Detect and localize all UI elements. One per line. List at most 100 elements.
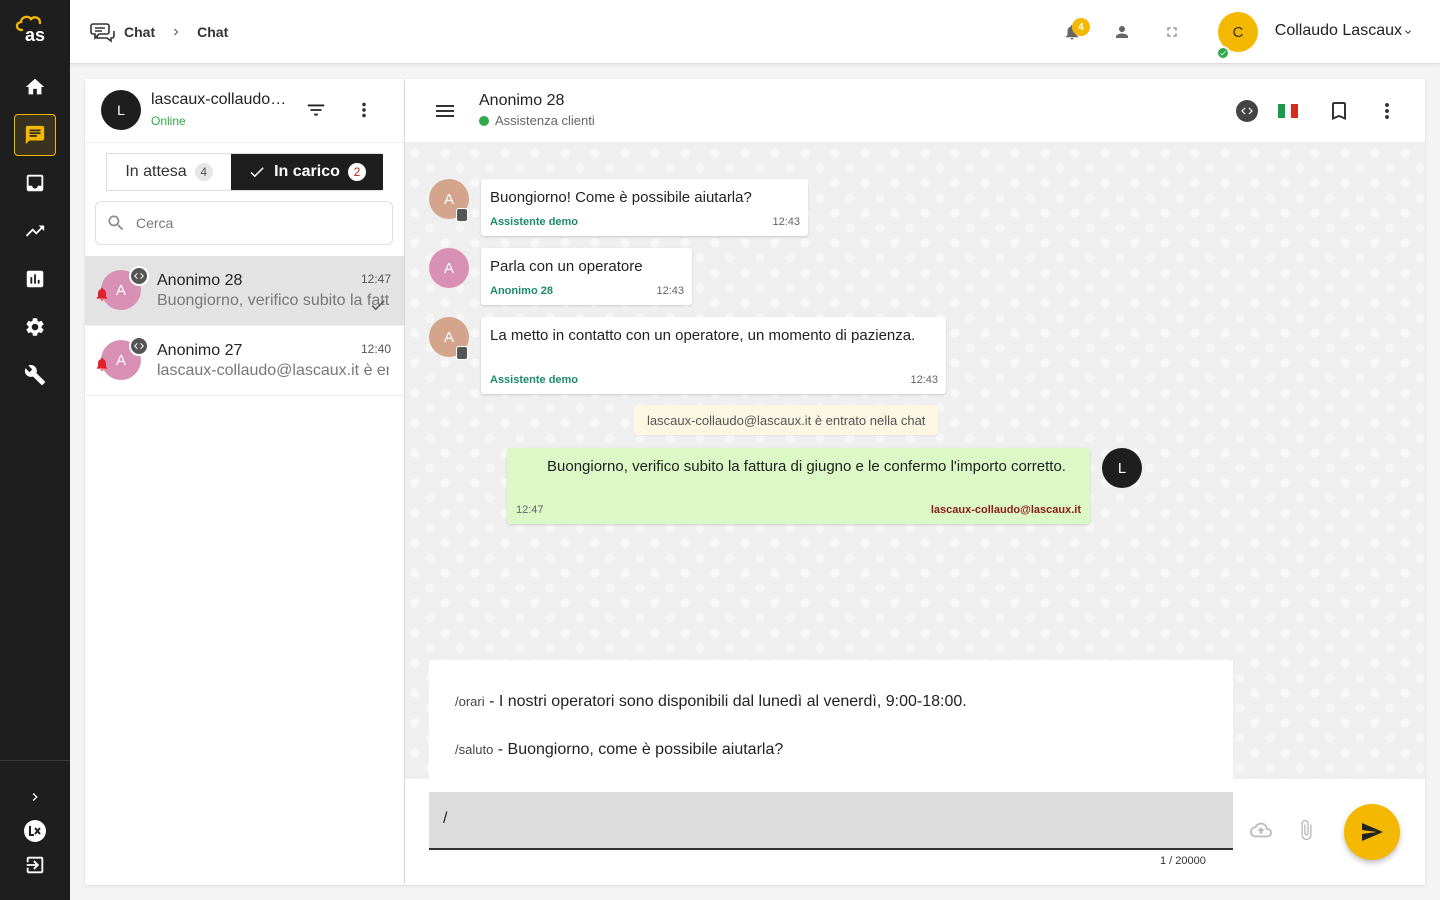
notification-count-badge: 4	[1072, 18, 1090, 36]
svg-text:as: as	[25, 25, 45, 44]
quick-reply-command: /orari	[455, 694, 485, 709]
rail-divider	[0, 760, 70, 761]
quick-reply-item[interactable]: /saluto - Buongiorno, come è possibile a…	[455, 741, 783, 759]
conversation-time: 12:47	[360, 272, 391, 286]
message-time: 12:43	[656, 285, 684, 297]
breadcrumb-chevron-icon	[169, 25, 183, 39]
sidebar-item-settings[interactable]	[14, 306, 56, 348]
search-input[interactable]	[136, 215, 376, 231]
quick-reply-command: /saluto	[455, 742, 494, 757]
message-author: lascaux-collaudo@lascaux.it	[930, 504, 1081, 516]
conversation-tabs: In attesa 4 In carico 2	[106, 153, 383, 191]
user-name[interactable]: Collaudo Lascaux	[1275, 22, 1402, 40]
chat-title: Anonimo 28	[479, 92, 565, 109]
app-logo[interactable]: as	[12, 14, 58, 44]
agent-name: lascaux-collaudo@lascaux.it	[151, 91, 296, 108]
expand-sidebar-button[interactable]	[20, 784, 50, 810]
code-channel-icon[interactable]	[1236, 100, 1258, 122]
message-text: Buongiorno! Come è possibile aiutarla?	[490, 189, 752, 206]
message-input[interactable]	[443, 810, 1203, 828]
character-counter: 1 / 20000	[1160, 855, 1206, 867]
chat-channel-label: Assistenza clienti	[495, 113, 595, 128]
robot-icon	[456, 208, 468, 222]
message-author: Assistente demo	[490, 216, 579, 228]
message-bubble-agent: Buongiorno, verifico subito la fattura d…	[507, 448, 1090, 524]
chat-panel: Anonimo 28 Assistenza clienti A Buongior…	[405, 79, 1425, 885]
profile-button[interactable]	[1110, 20, 1134, 44]
read-check-icon	[369, 296, 387, 314]
conversation-time: 12:40	[360, 342, 391, 356]
paperclip-icon	[1295, 819, 1317, 841]
sidebar-item-trending[interactable]	[14, 210, 56, 252]
gear-icon	[24, 316, 46, 338]
agent-status: Online	[151, 114, 186, 128]
message-author: Assistente demo	[490, 374, 579, 386]
bookmark-icon	[1327, 99, 1351, 123]
chat-icon	[24, 124, 46, 146]
tab-in-attesa[interactable]: In attesa 4	[107, 154, 231, 190]
send-button[interactable]	[1344, 804, 1400, 860]
breadcrumb-current: Chat	[197, 24, 229, 40]
message-time: 12:43	[772, 216, 800, 228]
customer-avatar: A	[429, 248, 469, 288]
notifications-button[interactable]: 4	[1060, 18, 1090, 44]
flag-stripe	[1291, 104, 1299, 118]
chat-bubbles-icon	[90, 20, 116, 44]
agent-message-avatar: L	[1102, 448, 1142, 488]
alert-bell-icon	[94, 286, 110, 302]
chevron-down-icon[interactable]	[1402, 26, 1414, 38]
send-icon	[1360, 820, 1384, 844]
tab-in-carico[interactable]: In carico 2	[231, 154, 383, 190]
conversation-name: Anonimo 28	[157, 272, 243, 289]
tab-count-badge: 4	[194, 163, 213, 181]
sidebar-item-tools[interactable]	[14, 354, 56, 396]
trending-icon	[24, 220, 46, 242]
menu-icon	[433, 99, 457, 123]
attach-button[interactable]	[1295, 819, 1317, 841]
bookmark-button[interactable]	[1327, 99, 1351, 123]
chat-more-button[interactable]	[1375, 99, 1399, 123]
sidebar-item-home[interactable]	[14, 66, 56, 108]
filter-icon	[305, 99, 327, 121]
sidebar-item-reports[interactable]	[14, 258, 56, 300]
conversation-item[interactable]: A Anonimo 27 12:40 lascaux-collaudo@lasc…	[85, 326, 405, 396]
conversation-list-panel: L lascaux-collaudo@lascaux.it Online In …	[85, 79, 405, 885]
conversation-item[interactable]: A Anonimo 28 12:47 Buongiorno, verifico …	[85, 256, 405, 326]
sidebar-rail: as	[0, 0, 70, 900]
alert-bell-icon	[94, 356, 110, 372]
logout-button[interactable]	[20, 852, 50, 878]
cloud-upload-icon	[1250, 819, 1272, 841]
message-time: 12:47	[516, 504, 544, 516]
message-text: La metto in contatto con un operatore, u…	[490, 327, 916, 344]
sidebar-item-inbox[interactable]	[14, 162, 56, 204]
tab-label: In attesa	[125, 163, 187, 180]
breadcrumb-root[interactable]: Chat	[124, 24, 155, 40]
fullscreen-icon	[1164, 24, 1180, 40]
filter-button[interactable]	[305, 99, 327, 121]
agent-avatar[interactable]: L	[101, 90, 141, 130]
message-bubble: Parla con un operatore Anonimo 28 12:43	[481, 248, 692, 305]
lx-logo-button[interactable]	[20, 818, 50, 844]
quick-reply-item[interactable]: /orari - I nostri operatori sono disponi…	[455, 693, 967, 711]
chevron-right-icon	[27, 789, 43, 805]
quick-replies-list: /orari - I nostri operatori sono disponi…	[429, 660, 1233, 792]
message-text: Buongiorno, verifico subito la fattura d…	[547, 458, 1066, 475]
fullscreen-button[interactable]	[1160, 20, 1184, 44]
top-bar: Chat Chat 4 C Collaudo Lascaux	[70, 0, 1440, 64]
chat-subtitle: Assistenza clienti	[479, 113, 595, 128]
check-icon	[248, 163, 266, 181]
chat-menu-button[interactable]	[433, 99, 457, 123]
sidebar-item-chat[interactable]	[14, 114, 56, 156]
inbox-icon	[24, 172, 46, 194]
home-icon	[24, 76, 46, 98]
message-composer	[429, 792, 1233, 850]
conversation-name: Anonimo 27	[157, 342, 243, 359]
italy-flag-icon[interactable]	[1278, 104, 1299, 118]
cloud-upload-button[interactable]	[1250, 819, 1272, 841]
search-box	[95, 201, 393, 245]
person-icon	[1113, 23, 1131, 41]
list-more-button[interactable]	[353, 99, 375, 121]
lx-logo-icon	[23, 819, 47, 843]
conversation-preview: Buongiorno, verifico subito la fattura d…	[157, 292, 389, 309]
composer-area: 1 / 20000	[405, 779, 1425, 885]
